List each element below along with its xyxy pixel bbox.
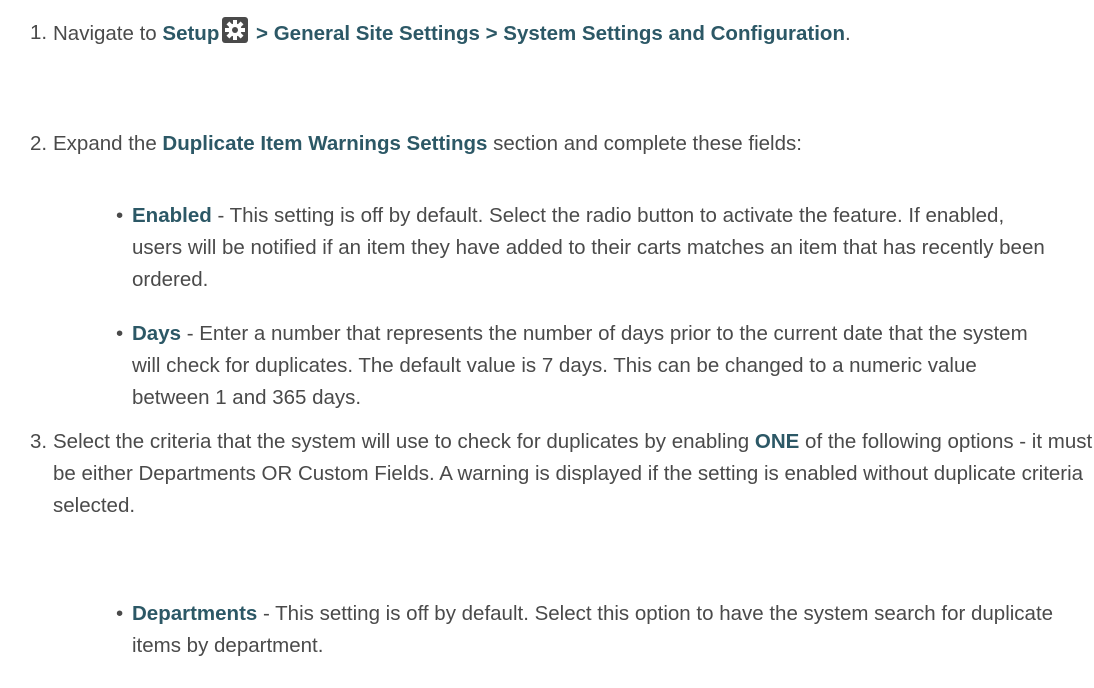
bullet-term: Enabled [132,204,212,227]
step-text: Expand the [53,132,163,155]
bullet-text: - This setting is off by default. Select… [132,204,1045,291]
step-1: 1. Navigate to Setup > General Site Sett… [0,17,1094,50]
bullet-days: • Days - Enter a number that represents … [0,318,1054,414]
emphasis-one: ONE [754,430,800,453]
bullet-enabled: • Enabled - This setting is off by defau… [0,200,1054,296]
bullet-text: - This setting is off by default. Select… [132,602,1054,657]
gear-icon [222,17,249,43]
section-name: Duplicate Item Warnings Settings [162,132,488,155]
document-page: 1. Navigate to Setup > General Site Sett… [0,0,1094,688]
bullet-text: - Enter a number that represents the num… [132,322,1028,409]
bullet-term: Days [132,322,182,345]
step-text: Navigate to [53,22,163,45]
bullet-dot: • [116,322,124,345]
settings-path: > General Site Settings > System Setting… [250,22,845,45]
step-text-suffix: section and complete these fields: [487,132,802,155]
setup-link: Setup [162,22,220,45]
bullet-dot: • [116,602,124,625]
step-text-suffix: . [844,22,851,45]
bullet-departments: • Departments - This setting is off by d… [0,598,1054,662]
step-number: 3. [30,430,48,453]
bullet-term: Departments [132,602,258,625]
step-3: 3. Select the criteria that the system w… [0,426,1094,522]
step-text: Select the criteria that the system will… [53,430,755,453]
step-number: 1. [30,21,48,44]
bullet-dot: • [116,204,124,227]
step-2: 2. Expand the Duplicate Item Warnings Se… [0,128,1094,160]
step-number: 2. [30,132,48,155]
